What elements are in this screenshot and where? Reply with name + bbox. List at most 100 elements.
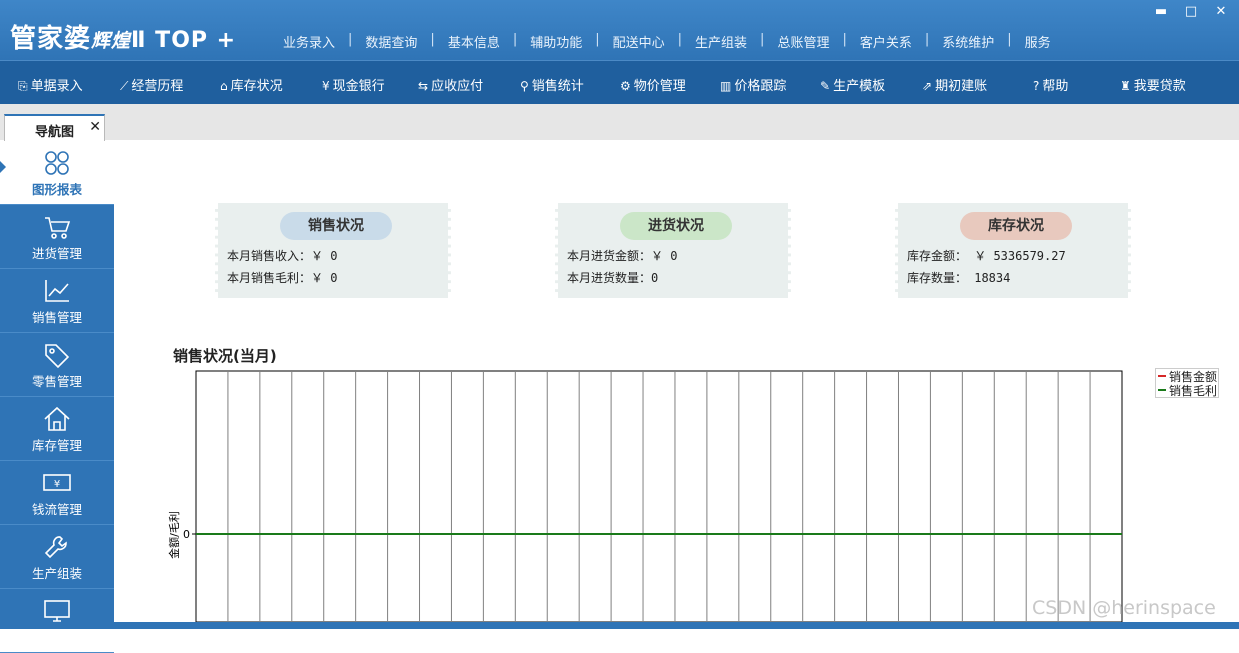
title-bar: 管家婆辉煌Ⅱ TOP + 业务录入 | 数据查询 | 基本信息 | 辅助功能 | 配送中心 | 生产… [0, 0, 1239, 60]
toolbar-button-5[interactable]: ⚲ 销售统计 [520, 75, 584, 94]
sidebar-item-7[interactable] [0, 589, 114, 653]
window-controls: ▬ □ ✕ [1153, 4, 1229, 19]
wrench-icon [42, 533, 72, 561]
sales-profit-row: 本月销售毛利：￥ 0 [227, 271, 338, 285]
sales-status-title: 销售状况 [280, 212, 392, 240]
tab-label: 导航图 [35, 125, 75, 140]
watermark: CSDN @herinspace [1032, 597, 1216, 619]
toolbar-label: 库存状况 [230, 79, 283, 94]
status-bar [0, 622, 1239, 629]
purchase-status-title: 进货状况 [620, 212, 732, 240]
legend-swatch-sales [1158, 375, 1166, 377]
toolbar-button-3[interactable]: ¥ 现金银行 [322, 75, 385, 94]
toolbar-button-7[interactable]: ▥ 价格跟踪 [720, 75, 786, 94]
sidebar-item-4[interactable]: 库存管理 [0, 397, 114, 461]
yen-icon: ¥ [322, 79, 330, 93]
main-menu: 业务录入 | 数据查询 | 基本信息 | 辅助功能 | 配送中心 | 生产组装 | 总账管理 | 客户关系 |… [270, 32, 1064, 51]
inventory-qty-row: 库存数量： 18834 [907, 271, 1011, 285]
toolbar-label: 帮助 [1042, 79, 1069, 94]
sidebar-item-label: 销售管理 [31, 310, 82, 325]
search-icon: ⚲ [520, 79, 529, 93]
menu-item[interactable]: 辅助功能 [517, 32, 595, 51]
menu-item[interactable]: 客户关系 [847, 32, 925, 51]
minimize-button[interactable]: ▬ [1153, 4, 1169, 19]
toolbar-button-11[interactable]: ♜ 我要贷款 [1120, 75, 1186, 94]
app-logo: 管家婆辉煌Ⅱ TOP + [10, 24, 237, 54]
toolbar-button-6[interactable]: ⚙ 物价管理 [620, 75, 686, 94]
active-marker [0, 161, 6, 173]
house-icon [42, 405, 72, 433]
sidebar-item-5[interactable]: ¥ 钱流管理 [0, 461, 114, 525]
sidebar-item-label: 进货管理 [31, 246, 82, 261]
toolbar-button-10[interactable]: ? 帮助 [1033, 75, 1068, 94]
inventory-status-title: 库存状况 [960, 212, 1072, 240]
inventory-status-card: 库存状况 库存金额： ￥ 5336579.27 库存数量： 18834 [895, 203, 1131, 298]
inventory-amount-row: 库存金额： ￥ 5336579.27 [907, 249, 1066, 263]
toolbar-label: 现金银行 [332, 79, 385, 94]
chart-grid-icon [42, 149, 72, 177]
toolbar-button-1[interactable]: ⟋ 经营历程 [120, 75, 183, 94]
toolbar-label: 价格跟踪 [734, 79, 787, 94]
toolbar-label: 应收应付 [431, 79, 484, 94]
menu-item[interactable]: 总账管理 [764, 32, 842, 51]
toolbar-label: 我要贷款 [1133, 79, 1186, 94]
sidebar-item-label: 钱流管理 [31, 502, 82, 517]
money-bag-icon: ♜ [1120, 79, 1131, 93]
toolbar-button-9[interactable]: ⇗ 期初建账 [922, 75, 987, 94]
menu-item[interactable]: 数据查询 [352, 32, 430, 51]
sidebar-item-2[interactable]: 销售管理 [0, 269, 114, 333]
menu-item[interactable]: 基本信息 [435, 32, 513, 51]
chart-title: 销售状况(当月) [173, 347, 277, 365]
menu-item[interactable]: 生产组装 [682, 32, 760, 51]
sidebar-item-label: 图形报表 [31, 182, 82, 197]
toolbar-button-2[interactable]: ⌂ 库存状况 [220, 75, 283, 94]
maximize-button[interactable]: □ [1183, 4, 1199, 19]
bar-chart-icon: ▥ [720, 79, 732, 93]
sidebar-item-1[interactable]: 进货管理 [0, 205, 114, 269]
toolbar-button-4[interactable]: ⇆ 应收应付 [418, 75, 483, 94]
toolbar-button-8[interactable]: ✎ 生产模板 [820, 75, 885, 94]
menu-item[interactable]: 系统维护 [929, 32, 1007, 51]
close-window-button[interactable]: ✕ [1213, 4, 1229, 19]
home-icon: ⌂ [220, 79, 228, 93]
toolbar-label: 生产模板 [833, 79, 886, 94]
line-chart-icon [42, 277, 72, 305]
toolbar-label: 经营历程 [131, 79, 184, 94]
chart-legend: 销售金额 销售毛利 [1155, 368, 1219, 398]
svg-text:¥: ¥ [54, 479, 60, 490]
legend-swatch-profit [1158, 389, 1166, 391]
purchase-amount-row: 本月进货金额：￥ 0 [567, 249, 678, 263]
menu-item[interactable]: 服务 [1012, 32, 1064, 51]
toolbar-label: 单据录入 [30, 79, 83, 94]
sales-income-row: 本月销售收入：￥ 0 [227, 249, 338, 263]
tag-icon [42, 341, 72, 369]
toolbar-label: 期初建账 [935, 79, 988, 94]
quick-toolbar: ⎘ 单据录入 ⟋ 经营历程 ⌂ 库存状况 ¥ 现金银行 ⇆ 应收应付 ⚲ 销售统计 ⚙ 物价管理 ▥ 价格跟踪… [0, 60, 1239, 104]
purchase-status-card: 进货状况 本月进货金额：￥ 0 本月进货数量：0 [555, 203, 791, 298]
sidebar-item-6[interactable]: 生产组装 [0, 525, 114, 589]
sidebar-item-3[interactable]: 零售管理 [0, 333, 114, 397]
menu-item[interactable]: 配送中心 [600, 32, 678, 51]
legend-item-profit: 销售毛利 [1156, 383, 1218, 398]
sales-status-card: 销售状况 本月销售收入：￥ 0 本月销售毛利：￥ 0 [215, 203, 451, 298]
tab-navigation-map[interactable]: 导航图 ✕ [4, 114, 105, 141]
plot-area [195, 370, 1123, 622]
external-link-icon: ⇗ [922, 79, 933, 93]
cash-icon: ¥ [42, 469, 72, 497]
toolbar-button-0[interactable]: ⎘ 单据录入 [18, 75, 83, 94]
toolbar-label: 销售统计 [531, 79, 584, 94]
tab-close-icon[interactable]: ✕ [89, 119, 101, 135]
tab-strip: 导航图 ✕ [0, 104, 1239, 141]
cart-icon [42, 213, 72, 241]
menu-item[interactable]: 业务录入 [270, 32, 348, 51]
monitor-icon [42, 597, 72, 625]
y-tick-label: 0 [183, 528, 190, 541]
sidebar-item-label: 生产组装 [31, 566, 82, 581]
sidebar-item-0[interactable]: 图形报表 [0, 141, 114, 205]
swap-icon: ⇆ [418, 79, 429, 93]
trend-icon: ⟋ [120, 79, 129, 93]
help-icon: ? [1033, 79, 1040, 93]
y-axis-label: 金额/毛利 [167, 511, 181, 559]
purchase-qty-row: 本月进货数量：0 [567, 271, 659, 285]
sidebar: 图形报表进货管理销售管理零售管理 库存管理 ¥ 钱流管理生产组装 [0, 141, 114, 653]
